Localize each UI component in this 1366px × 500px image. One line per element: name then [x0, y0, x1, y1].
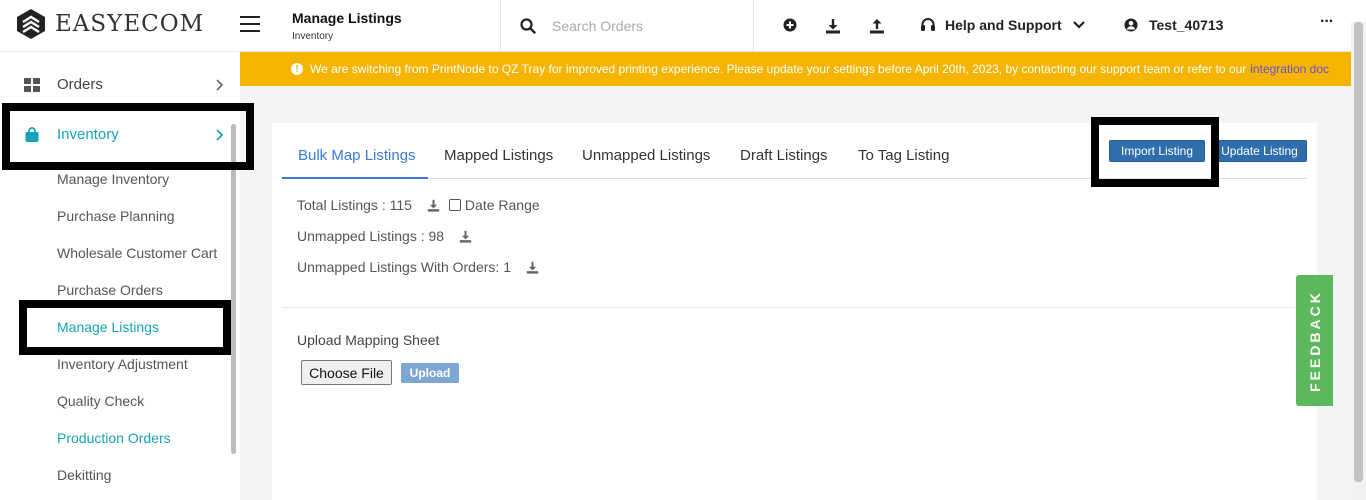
sidebar-subitem-quality-check[interactable]: Quality Check	[57, 393, 144, 409]
user-avatar-icon	[1124, 18, 1138, 32]
menu-toggle-icon[interactable]	[240, 16, 260, 32]
sidebar-subitem-purchase-planning[interactable]: Purchase Planning	[57, 208, 175, 224]
add-circle-icon[interactable]	[783, 18, 797, 32]
download-icon[interactable]	[526, 261, 539, 274]
unmapped-orders-row: Unmapped Listings With Orders: 1	[297, 259, 539, 275]
sidebar-subitem-production-orders[interactable]: Production Orders	[57, 430, 171, 446]
date-range-checkbox[interactable]	[448, 199, 461, 211]
help-label: Help and Support	[945, 17, 1062, 33]
page-title: Manage Listings	[292, 10, 402, 26]
brand-logo[interactable]: EASYECOM	[16, 8, 204, 40]
shopping-bag-icon	[25, 126, 39, 142]
listings-card: Bulk Map Listings Mapped Listings Unmapp…	[272, 123, 1317, 500]
total-listings-row: Total Listings : 115 Date Range	[297, 197, 540, 213]
sidebar-subitem-manage-inventory[interactable]: Manage Inventory	[57, 171, 169, 187]
tab-mapped-listings[interactable]: Mapped Listings	[444, 147, 553, 164]
tab-bulk-map-listings[interactable]: Bulk Map Listings	[298, 147, 416, 164]
download-icon[interactable]	[427, 199, 440, 212]
announcement-banner: ! We are switching from PrintNode to QZ …	[240, 52, 1351, 86]
feedback-tab[interactable]: FEEDBACK	[1296, 275, 1333, 406]
section-divider	[282, 307, 1307, 308]
sidebar-subitem-inventory-adjustment[interactable]: Inventory Adjustment	[57, 356, 188, 372]
feedback-label: FEEDBACK	[1306, 289, 1323, 392]
sidebar-scrollbar[interactable]	[231, 124, 236, 454]
chevron-right-icon	[216, 78, 224, 91]
banner-text: We are switching from PrintNode to QZ Tr…	[310, 62, 1247, 76]
sidebar-item-inventory[interactable]: Inventory	[24, 126, 224, 143]
unmapped-listings-text: Unmapped Listings : 98	[297, 228, 445, 244]
date-range-label: Date Range	[464, 197, 540, 213]
page-heading: Manage Listings Inventory	[292, 10, 402, 42]
upload-button[interactable]: Upload	[401, 363, 459, 383]
tab-to-tag-listing[interactable]: To Tag Listing	[858, 147, 949, 164]
choose-file-button[interactable]: Choose File	[301, 360, 392, 385]
unmapped-orders-text: Unmapped Listings With Orders: 1	[297, 259, 511, 275]
grid-icon	[24, 77, 40, 92]
chevron-right-icon	[216, 128, 224, 141]
top-bar: EASYECOM Manage Listings Inventory Searc…	[0, 0, 1366, 52]
user-name: Test_40713	[1149, 17, 1224, 33]
active-tab-indicator	[282, 177, 428, 179]
sidebar-subitem-dekitting[interactable]: Dekitting	[57, 467, 111, 483]
help-and-support-menu[interactable]: Help and Support	[920, 17, 1086, 33]
search-input[interactable]	[552, 18, 742, 34]
user-menu[interactable]: Test_40713	[1124, 17, 1223, 33]
sidebar-subitem-manage-listings[interactable]: Manage Listings	[57, 319, 159, 335]
sidebar-item-orders[interactable]: Orders	[24, 76, 224, 93]
sidebar-subitem-purchase-orders[interactable]: Purchase Orders	[57, 282, 163, 298]
search-bar	[520, 18, 742, 34]
import-listing-button[interactable]: Import Listing	[1109, 140, 1205, 162]
headset-icon	[921, 18, 935, 31]
update-listing-button[interactable]: Update Listing	[1212, 140, 1307, 162]
sidebar: Orders Inventory Manage Inventory Purcha…	[0, 52, 240, 500]
upload-mapping-sheet-label: Upload Mapping Sheet	[297, 332, 440, 348]
tab-draft-listings[interactable]: Draft Listings	[740, 147, 828, 164]
page-breadcrumb: Inventory	[292, 31, 334, 42]
integration-doc-link[interactable]: integration doc	[1250, 62, 1329, 76]
total-listings-text: Total Listings : 115	[297, 197, 412, 213]
sidebar-subitem-wholesale-customer-cart[interactable]: Wholesale Customer Cart	[57, 245, 217, 261]
info-icon: !	[291, 63, 303, 75]
sidebar-item-label: Orders	[57, 76, 103, 93]
page-scrollbar[interactable]	[1351, 22, 1366, 500]
download-icon[interactable]	[459, 230, 472, 243]
tab-unmapped-listings[interactable]: Unmapped Listings	[582, 147, 710, 164]
search-icon[interactable]	[520, 18, 536, 34]
more-options-icon[interactable]: ···	[1320, 13, 1334, 31]
easyecom-logo-icon	[17, 9, 45, 39]
brand-name: EASYECOM	[55, 11, 205, 37]
upload-icon[interactable]	[869, 18, 885, 34]
unmapped-listings-row: Unmapped Listings : 98	[297, 228, 472, 244]
download-icon[interactable]	[825, 18, 841, 34]
chevron-down-icon	[1072, 21, 1085, 29]
sidebar-item-label: Inventory	[57, 126, 119, 143]
